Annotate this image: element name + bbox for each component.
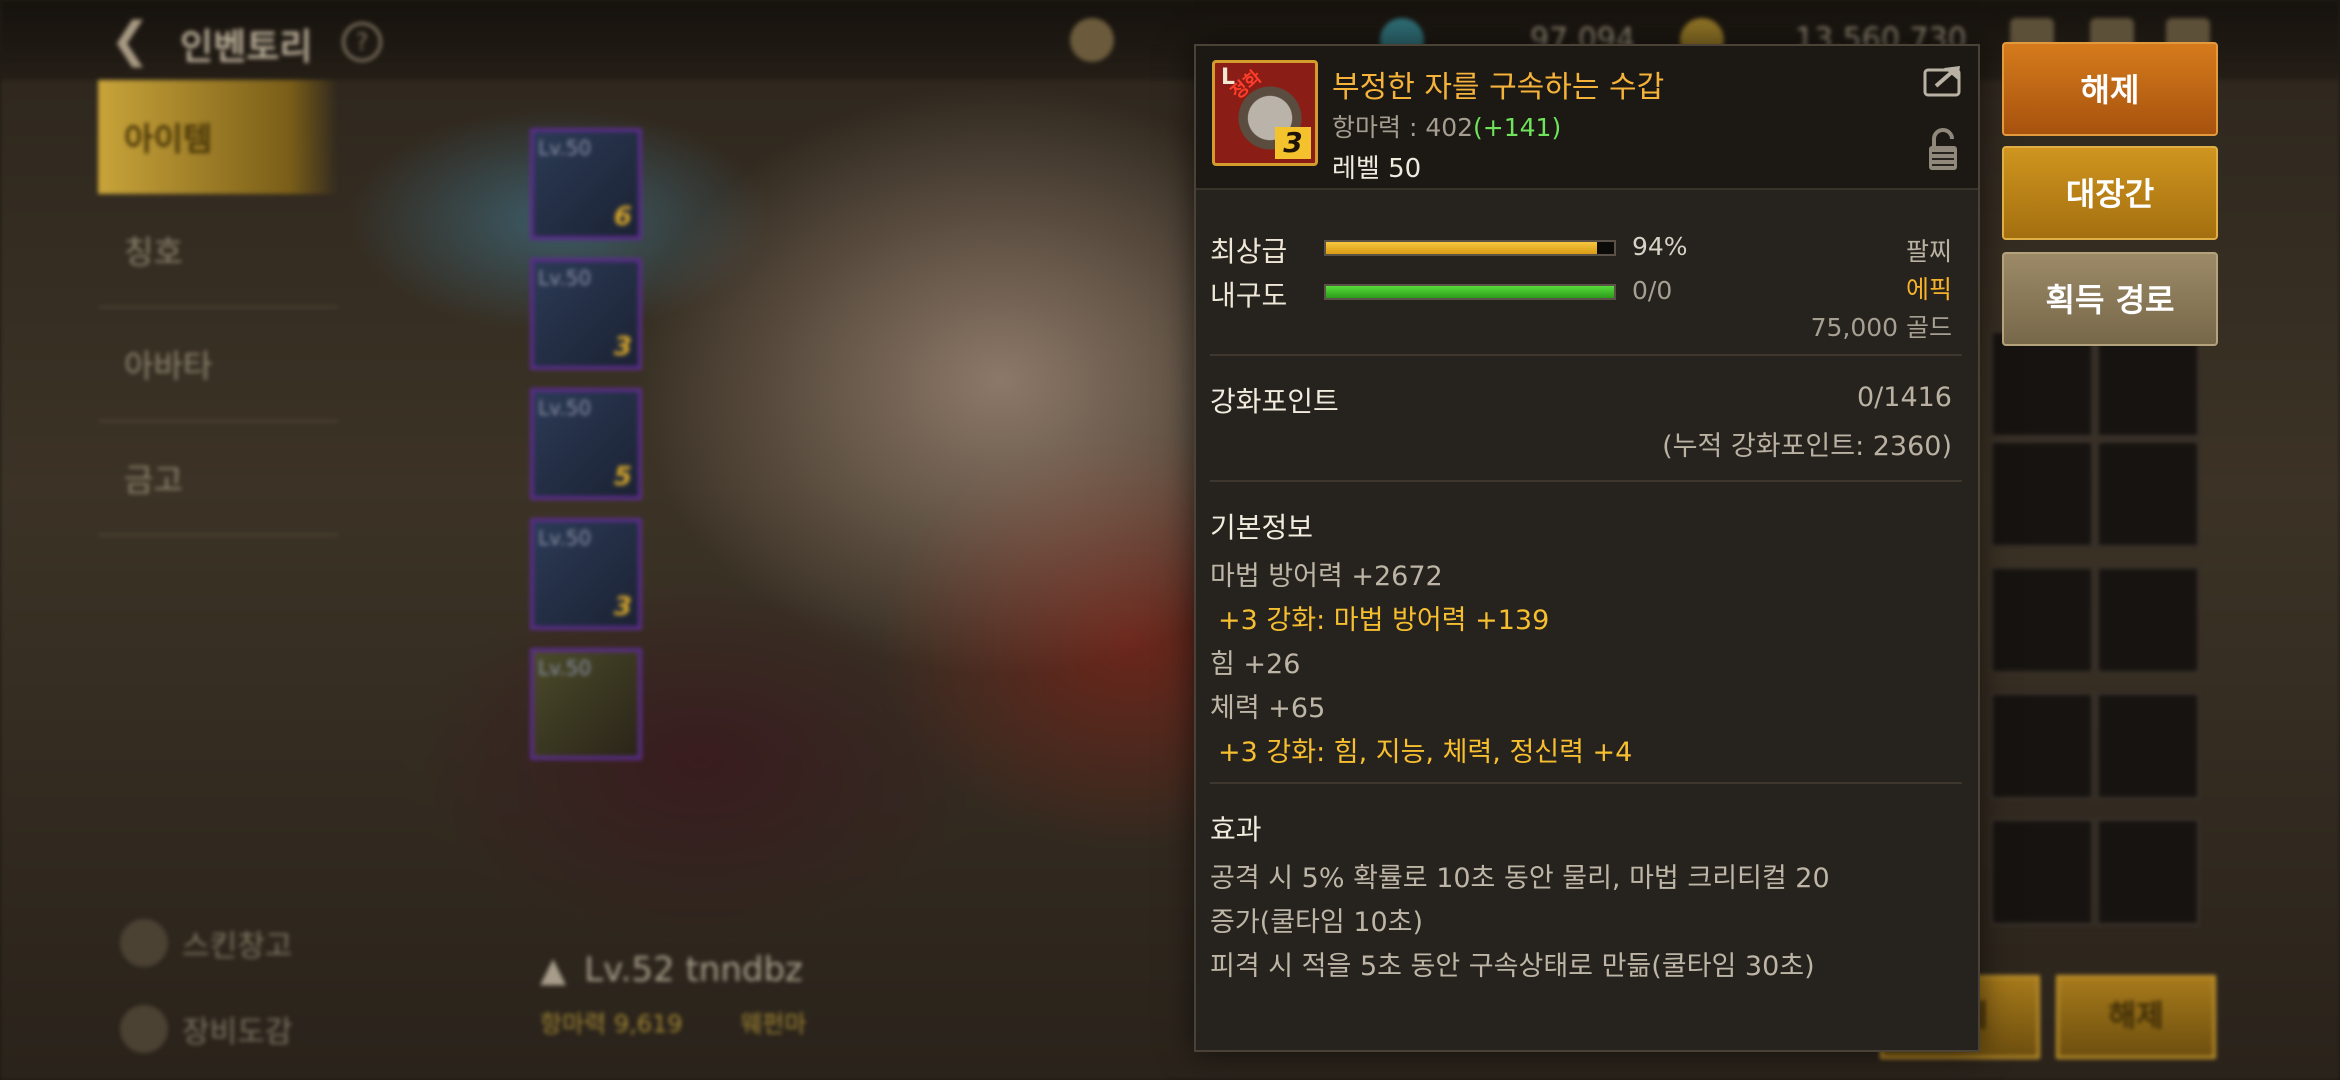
slot-level: Lv.50: [538, 526, 592, 550]
equipment-codex-label: 장비도감: [182, 1015, 293, 1050]
effect-line: 피격 시 적을 5초 동안 구속상태로 만듦(쿨타임 30초): [1210, 951, 1815, 982]
durability-bar: [1324, 284, 1616, 300]
item-slot-type: 팔찌: [1905, 237, 1952, 266]
equipment-slot[interactable]: Lv.50: [530, 648, 642, 760]
inventory-cell[interactable]: [2096, 440, 2200, 548]
lock-icon[interactable]: [1926, 128, 1960, 172]
tab-title[interactable]: 칭호: [98, 194, 338, 308]
character-name: Lv.52 tnndbz: [584, 950, 803, 990]
inventory-cell[interactable]: [2096, 818, 2200, 926]
basic-info-line: 체력 +65: [1210, 693, 1326, 724]
item-level: 레벨 50: [1332, 154, 1422, 184]
handcuff-item-icon: L 정화 3: [1212, 60, 1318, 166]
basic-info-title: 기본정보: [1210, 511, 1314, 544]
bottom-disassemble-button[interactable]: 해제: [2056, 975, 2216, 1059]
search-icon[interactable]: [1070, 18, 1114, 62]
inventory-tab-menu: 아이템 칭호 아바타 금고: [98, 80, 338, 536]
item-tooltip-header: L 정화 3 부정한 자를 구속하는 수갑 항마력 : 402(+141) 레벨…: [1196, 46, 1978, 190]
item-rarity: 에픽: [1905, 275, 1952, 304]
help-icon[interactable]: ?: [342, 22, 382, 62]
blacksmith-button[interactable]: 대장간: [2002, 146, 2218, 240]
inventory-cell[interactable]: [1990, 330, 2094, 438]
skin-storage-button[interactable]: 스킨창고: [120, 900, 292, 986]
tab-avatar[interactable]: 아바타: [98, 308, 338, 422]
divider: [1210, 782, 1962, 784]
back-arrow-icon[interactable]: ❮: [110, 14, 162, 66]
slot-enhance: 5: [613, 462, 632, 492]
bottom-left-menu: 스킨창고 장비도감: [120, 900, 292, 1072]
character-background-art: [0, 0, 2340, 1080]
slot-level: Lv.50: [538, 266, 592, 290]
acquire-route-button[interactable]: 획득 경로: [2002, 252, 2218, 346]
skin-storage-label: 스킨창고: [182, 929, 293, 964]
basic-info-line: 힘 +26: [1210, 649, 1301, 680]
basic-info-line-enhance: +3 강화: 힘, 지능, 체력, 정신력 +4: [1218, 737, 1633, 768]
item-icon-enhance: 3: [1275, 127, 1311, 159]
enhance-total: (누적 강화포인트: 2360): [1662, 431, 1952, 462]
page-title: 인벤토리: [180, 27, 313, 68]
grade-bar: [1324, 240, 1616, 256]
top-bar: ❮ 인벤토리 ? 97,094 13,560,730: [0, 0, 2340, 80]
item-price: 75,000 골드: [1810, 313, 1952, 342]
effect-line: 증가(쿨타임 10초): [1210, 907, 1424, 938]
equipment-slots: Lv.50 6 Lv.50 3 Lv.50 5 Lv.50 3 Lv.50: [530, 128, 642, 778]
slot-enhance: 3: [613, 592, 632, 622]
equipment-codex-button[interactable]: 장비도감: [120, 986, 292, 1072]
grade-bar-fill: [1326, 242, 1597, 254]
divider: [1210, 354, 1962, 356]
slot-level: Lv.50: [538, 396, 592, 420]
inventory-cell[interactable]: [2096, 330, 2200, 438]
inventory-cell[interactable]: [1990, 566, 2094, 674]
character-power: 항마력 9,619: [540, 1010, 683, 1038]
divider: [1210, 480, 1962, 482]
grade-label: 최상급: [1210, 235, 1288, 268]
slot-level: Lv.50: [538, 136, 592, 160]
unequip-button[interactable]: 해제: [2002, 42, 2218, 136]
durability-label: 내구도: [1210, 279, 1288, 312]
slot-enhance: 3: [613, 332, 632, 362]
chevron-up-icon[interactable]: ▲: [540, 950, 566, 990]
durability-bar-fill: [1326, 286, 1614, 298]
inventory-cell[interactable]: [2096, 692, 2200, 800]
enhance-value: 0/1416: [1857, 382, 1952, 413]
grade-value: 94%: [1632, 232, 1688, 261]
inventory-cell[interactable]: [1990, 818, 2094, 926]
effect-line: 공격 시 5% 확률로 10초 동안 물리, 마법 크리티컬 20: [1210, 863, 1830, 894]
share-icon[interactable]: [1922, 62, 1964, 98]
tab-item[interactable]: 아이템: [98, 80, 338, 194]
equipment-slot[interactable]: Lv.50 3: [530, 258, 642, 370]
basic-info-line: 마법 방어력 +2672: [1210, 561, 1443, 592]
tab-storage[interactable]: 금고: [98, 422, 338, 536]
slot-level: Lv.50: [538, 656, 592, 680]
durability-value: 0/0: [1632, 276, 1673, 305]
item-power-bonus: (+141): [1473, 113, 1562, 142]
item-power-label: 항마력 : 402: [1332, 113, 1474, 142]
character-info: ▲ Lv.52 tnndbz 항마력 9,619 웨펀마: [540, 950, 806, 1039]
codex-icon: [120, 1005, 168, 1053]
inventory-cell[interactable]: [1990, 692, 2094, 800]
inventory-cell[interactable]: [1990, 440, 2094, 548]
slot-enhance: 6: [613, 202, 632, 232]
inventory-cell[interactable]: [2096, 566, 2200, 674]
enhance-label: 강화포인트: [1210, 385, 1339, 418]
basic-info-line-enhance: +3 강화: 마법 방어력 +139: [1218, 605, 1550, 636]
item-power: 항마력 : 402(+141): [1332, 108, 1561, 144]
equipment-slot[interactable]: Lv.50 6: [530, 128, 642, 240]
item-name: 부정한 자를 구속하는 수갑: [1332, 70, 1665, 105]
skin-storage-icon: [120, 919, 168, 967]
equipment-slot[interactable]: Lv.50 3: [530, 518, 642, 630]
equipment-slot[interactable]: Lv.50 5: [530, 388, 642, 500]
item-tooltip: L 정화 3 부정한 자를 구속하는 수갑 항마력 : 402(+141) 레벨…: [1194, 44, 1980, 1052]
effect-title: 효과: [1210, 813, 1262, 846]
character-job: 웨펀마: [740, 1010, 807, 1038]
